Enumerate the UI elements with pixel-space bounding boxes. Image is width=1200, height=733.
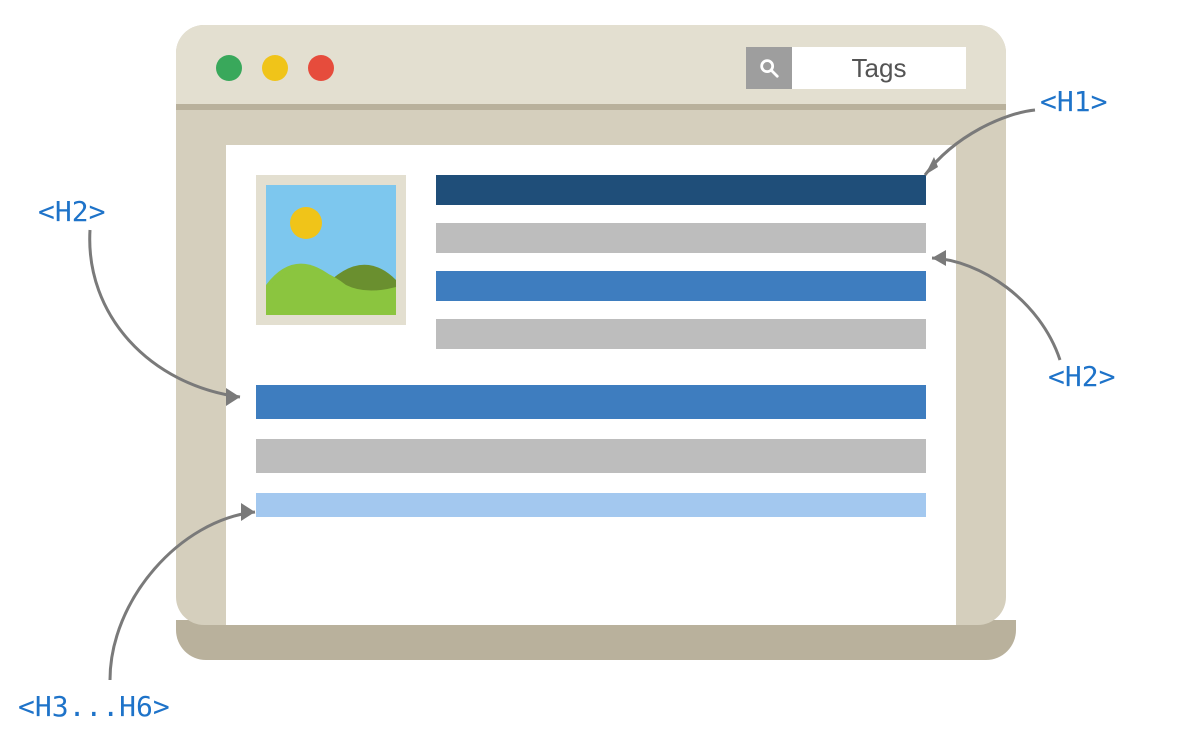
lower-text-block bbox=[256, 385, 926, 517]
h2-bar bbox=[436, 271, 926, 301]
arrow-to-h3 bbox=[100, 500, 270, 690]
body-text-bar bbox=[436, 319, 926, 349]
hero-text-block bbox=[436, 175, 926, 349]
browser-window: Tags bbox=[176, 25, 1006, 625]
page-content bbox=[226, 145, 956, 625]
h3-bar bbox=[256, 493, 926, 517]
annotation-h3to6: <H3...H6> bbox=[18, 690, 170, 723]
minimize-dot bbox=[262, 55, 288, 81]
arrow-to-h2-left bbox=[80, 225, 260, 415]
maximize-dot bbox=[308, 55, 334, 81]
search-icon bbox=[746, 47, 792, 89]
annotation-h1: <H1> bbox=[1040, 85, 1107, 118]
diagram-stage: Tags bbox=[0, 0, 1200, 733]
body-text-bar bbox=[256, 439, 926, 473]
hero-row bbox=[256, 175, 926, 349]
window-controls bbox=[216, 55, 334, 81]
image-placeholder bbox=[256, 175, 406, 325]
arrow-to-h2-right bbox=[920, 240, 1080, 370]
h1-bar bbox=[436, 175, 926, 205]
search-box: Tags bbox=[746, 47, 966, 89]
browser-titlebar: Tags bbox=[176, 25, 1006, 110]
landscape-icon bbox=[266, 185, 396, 315]
close-dot bbox=[216, 55, 242, 81]
h2-bar bbox=[256, 385, 926, 419]
arrow-to-h1 bbox=[910, 105, 1050, 195]
body-text-bar bbox=[436, 223, 926, 253]
annotation-h2-left: <H2> bbox=[38, 195, 105, 228]
search-label: Tags bbox=[792, 47, 966, 89]
window-shadow bbox=[176, 620, 1016, 660]
